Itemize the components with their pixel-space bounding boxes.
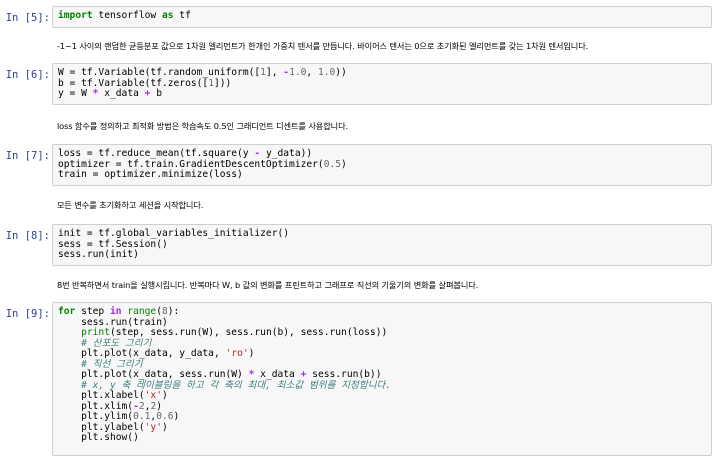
code-cell[interactable]: W = tf.Variable(tf.random_uniform([1], -… [52,63,712,105]
code-cell[interactable]: init = tf.global_variables_initializer()… [52,224,712,266]
cell-prompt: In [8]: [5,230,50,242]
code-editor[interactable]: W = tf.Variable(tf.random_uniform([1], -… [53,64,711,104]
code-cell[interactable]: for step in range(8): sess.run(train) pr… [52,302,712,456]
code-cell[interactable]: loss = tf.reduce_mean(tf.square(y - y_da… [52,144,712,186]
markdown-cell: 8번 반복하면서 train을 실행시킵니다. 반복마다 W, b 값의 변화를… [57,280,479,290]
cell-prompt: In [5]: [5,12,50,24]
code-editor[interactable]: import tensorflow as tf [53,7,711,26]
code-editor[interactable]: loss = tf.reduce_mean(tf.square(y - y_da… [53,145,711,185]
cell-prompt: In [6]: [5,69,50,81]
code-cell[interactable]: import tensorflow as tf [52,6,712,28]
code-editor[interactable]: init = tf.global_variables_initializer()… [53,225,711,265]
notebook: In [5]: import tensorflow as tf -1~1 사이의… [0,0,720,456]
markdown-cell: -1~1 사이의 랜덤한 균등분포 값으로 1차원 엘리먼트가 한개인 가중치 … [57,41,589,51]
cell-prompt: In [7]: [5,150,50,162]
cell-prompt: In [9]: [5,308,50,320]
markdown-cell: loss 함수를 정의하고 최적화 방법은 학습속도 0.5인 그래디언트 디센… [57,121,349,131]
code-editor[interactable]: for step in range(8): sess.run(train) pr… [53,303,711,448]
markdown-cell: 모든 변수를 초기화하고 세션을 시작합니다. [57,200,204,210]
